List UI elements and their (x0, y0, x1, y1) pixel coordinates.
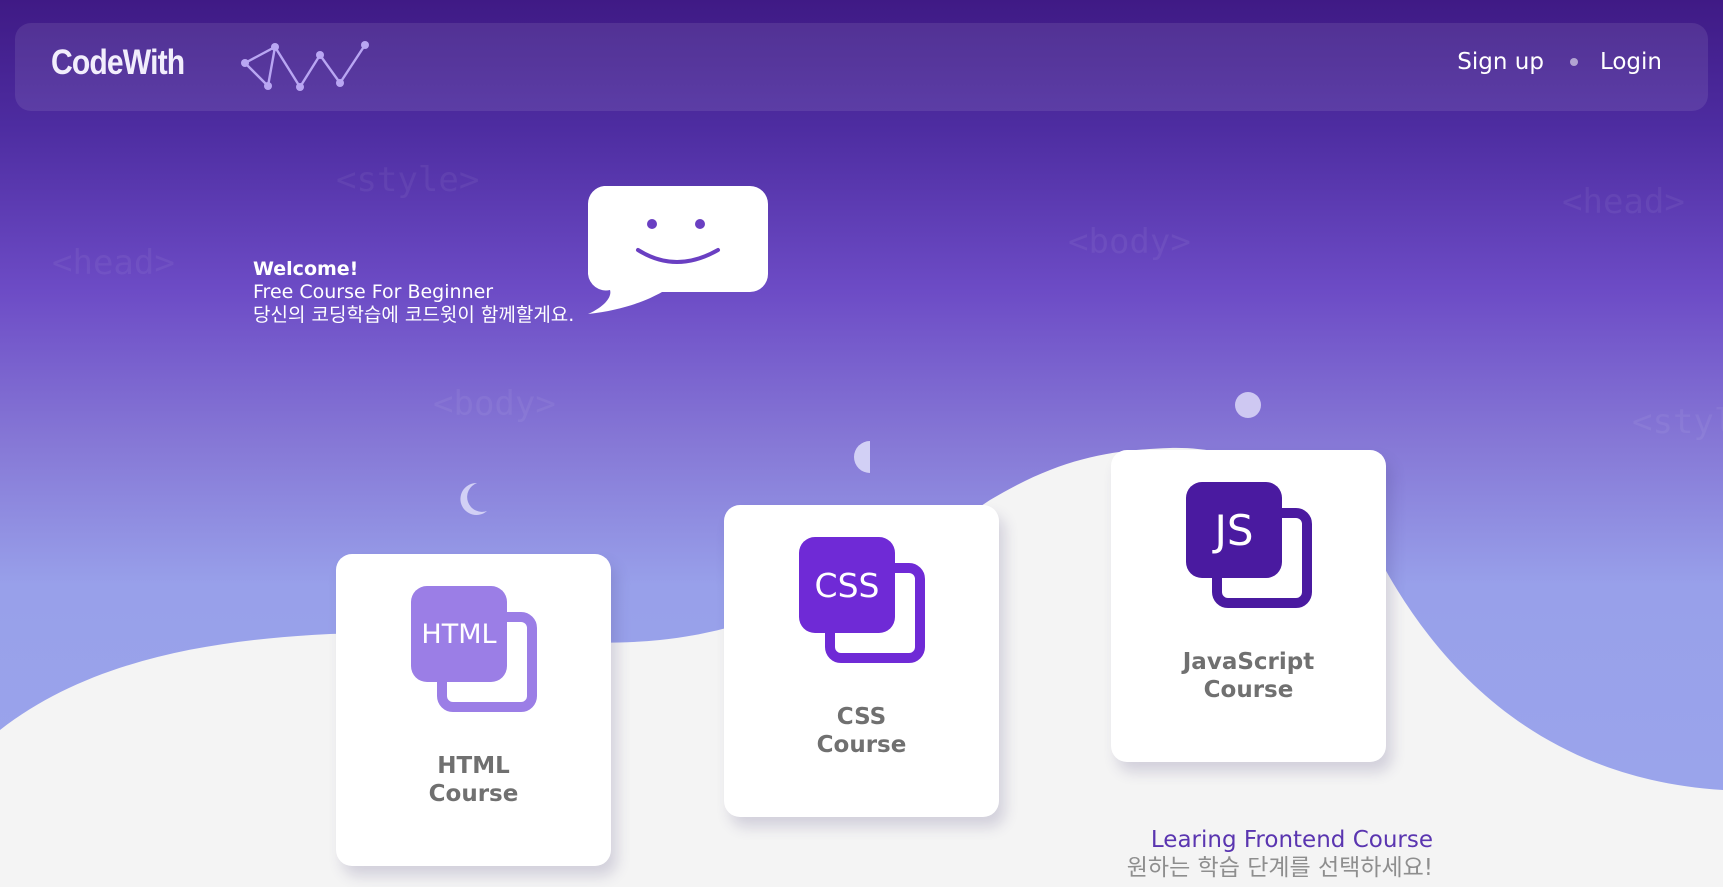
course-card-html[interactable]: HTML HTML Course (336, 554, 611, 866)
ghost-tag-body: <body> (1068, 222, 1191, 262)
course-card-label: HTML Course (336, 752, 611, 808)
nav-links: Sign up Login (1457, 49, 1662, 75)
tagline-title: Learing Frontend Course (1150, 827, 1433, 853)
html-icon: HTML (411, 586, 539, 714)
half-moon-icon (854, 441, 870, 473)
brand-logo[interactable]: CodeWith (51, 43, 185, 83)
constellation-icon (241, 41, 369, 91)
html-icon-badge: HTML (411, 586, 507, 682)
welcome-message: 당신의 코딩학습에 코드윗이 함께할게요. (253, 304, 575, 326)
course-name: CSS (836, 704, 887, 730)
landing-page: <style> <head> <body> <head> <body> <sty… (0, 0, 1723, 887)
crescent-moon-icon (460, 482, 487, 515)
welcome-subtitle: Free Course For Beginner (253, 281, 494, 303)
course-name: JavaScript (1182, 649, 1315, 675)
course-suffix: Course (1203, 677, 1294, 703)
course-name: HTML (437, 753, 510, 779)
course-card-javascript[interactable]: JS JavaScript Course (1111, 450, 1386, 762)
signup-link[interactable]: Sign up (1457, 49, 1544, 75)
course-card-css[interactable]: CSS CSS Course (724, 505, 999, 817)
welcome-text: Welcome! Free Course For Beginner 당신의 코딩… (253, 258, 574, 327)
ghost-tag-head-left: <head> (52, 243, 175, 283)
ghost-tag-head-right: <head> (1562, 182, 1685, 222)
javascript-icon: JS (1186, 482, 1314, 610)
ghost-tag-body-lower: <body> (433, 384, 556, 424)
course-card-label: CSS Course (724, 703, 999, 759)
tagline-subtitle: 원하는 학습 단계를 선택하세요! (1126, 855, 1433, 881)
course-tagline: Learing Frontend Course 원하는 학습 단계를 선택하세요… (1127, 826, 1433, 882)
css-icon-badge: CSS (799, 537, 895, 633)
nav-separator-dot (1569, 58, 1578, 66)
ghost-tag-style: <style> (336, 160, 480, 200)
css-icon: CSS (799, 537, 927, 665)
login-link[interactable]: Login (1600, 49, 1662, 75)
course-suffix: Course (428, 781, 519, 807)
welcome-title: Welcome! (253, 258, 359, 280)
course-suffix: Course (816, 732, 907, 758)
ghost-tag-style-right: <styl (1632, 402, 1723, 442)
course-card-label: JavaScript Course (1111, 648, 1386, 704)
full-moon-icon (1235, 392, 1261, 418)
smiley-speech-bubble-icon (588, 186, 768, 314)
javascript-icon-badge: JS (1186, 482, 1282, 578)
top-nav: CodeWith Sign up Login (15, 23, 1708, 111)
